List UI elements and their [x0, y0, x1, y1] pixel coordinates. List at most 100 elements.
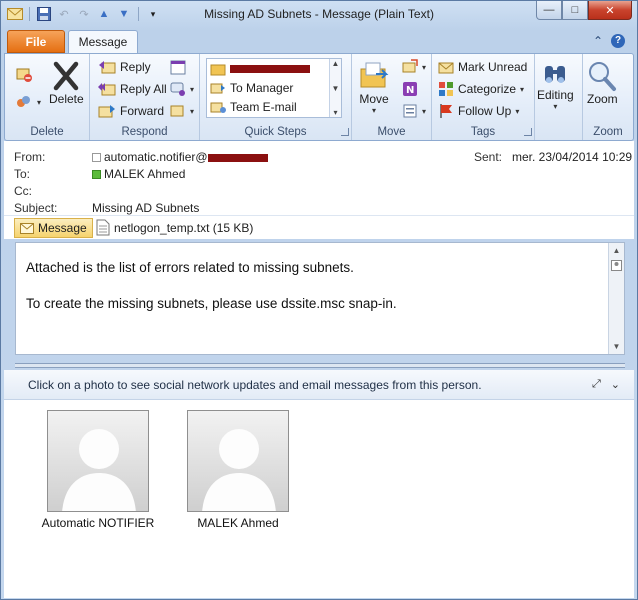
- delete-button[interactable]: Delete: [49, 60, 84, 106]
- minimize-button[interactable]: —: [536, 1, 562, 20]
- chevron-down-icon: ▾: [190, 84, 195, 94]
- follow-up-button[interactable]: Follow Up ▾: [438, 101, 519, 121]
- ignore-icon: [16, 68, 32, 82]
- mark-unread-button[interactable]: Mark Unread: [438, 57, 527, 77]
- avatar-silhouette-icon: [62, 429, 136, 511]
- cleanup-button[interactable]: ▾: [15, 92, 41, 112]
- ribbon-tabs: File Message: [7, 30, 138, 53]
- to-field[interactable]: MALEK Ahmed: [92, 167, 185, 181]
- quick-steps-launcher-icon[interactable]: [341, 128, 349, 136]
- rules-icon: [402, 59, 418, 73]
- from-value: automatic.notifier@: [104, 150, 208, 164]
- svg-text:N: N: [406, 85, 414, 96]
- actions-button[interactable]: ▾: [402, 101, 426, 121]
- reply-label: Reply: [120, 60, 151, 74]
- quick-step-label: Team E-mail: [230, 99, 297, 114]
- people-pane-controls: ⤢ ⌄: [592, 378, 620, 391]
- forward-button[interactable]: Forward: [98, 101, 164, 121]
- categorize-icon: [439, 82, 453, 96]
- quick-step-to-manager[interactable]: To Manager: [207, 78, 341, 97]
- tab-file[interactable]: File: [7, 30, 65, 53]
- to-label: To:: [14, 167, 31, 181]
- onenote-icon: N: [403, 82, 417, 96]
- redacted-domain: [207, 153, 268, 162]
- attachment-file-label: netlogon_temp.txt (15 KB): [114, 220, 254, 235]
- quick-steps-scroller: ▲ ▼ ▾: [329, 59, 341, 117]
- instant-message-icon: [170, 82, 185, 96]
- zoom-button[interactable]: Zoom: [587, 60, 618, 106]
- body-line: Attached is the list of errors related t…: [26, 260, 354, 275]
- magnifier-icon: [589, 62, 617, 91]
- group-label-delete: Delete: [30, 126, 64, 138]
- more-respond-button[interactable]: ▾: [170, 101, 194, 121]
- mark-unread-icon: [438, 62, 454, 74]
- ribbon-group-quick-steps: To Manager Team E-mail ▲ ▼ ▾ Quick Steps: [200, 54, 352, 140]
- attachment-file[interactable]: netlogon_temp.txt (15 KB): [96, 219, 253, 236]
- body-line: To create the missing subnets, please us…: [26, 296, 397, 311]
- forward-icon: [98, 105, 115, 118]
- onenote-button[interactable]: N: [402, 79, 418, 99]
- chevron-down-icon: ▾: [520, 84, 525, 94]
- close-button[interactable]: ✕: [588, 1, 632, 20]
- ignore-button[interactable]: [15, 64, 33, 84]
- reply-all-button[interactable]: Reply All: [98, 79, 167, 99]
- move-folder-icon: [360, 62, 389, 88]
- sent-label: Sent:: [474, 150, 503, 164]
- categorize-button[interactable]: Categorize ▾: [438, 79, 524, 99]
- from-field[interactable]: automatic.notifier@: [92, 150, 268, 164]
- person-card[interactable]: MALEK Ahmed: [178, 410, 298, 530]
- tags-launcher-icon[interactable]: [524, 128, 532, 136]
- people-pane: Automatic NOTIFIER MALEK Ahmed: [4, 400, 634, 598]
- body-scrollbar[interactable]: ▲ ▼: [608, 243, 624, 354]
- chevron-down-icon: ▾: [422, 62, 427, 72]
- text-file-icon: [96, 219, 110, 236]
- scroll-up-icon[interactable]: ▲: [611, 245, 622, 256]
- collapse-ribbon-icon[interactable]: ⌃: [593, 34, 603, 48]
- instant-message-button[interactable]: ▾: [170, 79, 194, 99]
- to-value: MALEK Ahmed: [104, 167, 186, 181]
- chevron-down-icon: ▾: [37, 97, 42, 107]
- scroll-down-icon[interactable]: ▼: [611, 341, 622, 352]
- expand-icon[interactable]: ⤢: [592, 378, 601, 391]
- quick-step-item[interactable]: [207, 59, 341, 78]
- pane-splitter[interactable]: [15, 363, 625, 368]
- person-photo[interactable]: [187, 410, 289, 512]
- reply-button[interactable]: Reply: [98, 57, 151, 77]
- delete-label: Delete: [49, 92, 84, 106]
- ribbon-group-move: Move ▾ ▾ N ▾ Move: [352, 54, 432, 140]
- delete-x-icon: [54, 61, 79, 91]
- scroll-down-icon[interactable]: ▼: [332, 84, 340, 93]
- meeting-button[interactable]: [170, 57, 186, 77]
- group-label-respond: Respond: [121, 126, 168, 138]
- message-body[interactable]: Attached is the list of errors related t…: [15, 242, 625, 355]
- flag-icon: [440, 104, 452, 118]
- move-button[interactable]: Move ▾: [358, 60, 390, 115]
- chevron-down-icon[interactable]: ⌄: [611, 378, 620, 391]
- quick-step-team-email[interactable]: Team E-mail: [207, 97, 341, 116]
- person-card[interactable]: Automatic NOTIFIER: [38, 410, 158, 530]
- ribbon-group-editing: Editing ▾: [535, 54, 583, 140]
- group-label-quick-steps: Quick Steps: [244, 126, 307, 138]
- people-view-icon[interactable]: [611, 260, 622, 271]
- people-pane-header: Click on a photo to see social network u…: [4, 370, 634, 400]
- chevron-down-icon: ▾: [422, 106, 427, 116]
- gallery-more-icon[interactable]: ▾: [333, 108, 337, 117]
- tab-message[interactable]: Message: [68, 30, 138, 53]
- rules-button[interactable]: ▾: [402, 57, 426, 77]
- scroll-up-icon[interactable]: ▲: [332, 59, 340, 68]
- message-tab[interactable]: Message: [14, 218, 93, 238]
- actions-icon: [403, 104, 417, 118]
- group-label-zoom: Zoom: [593, 126, 623, 138]
- editing-button[interactable]: Editing ▾: [537, 60, 574, 111]
- body-blank-line: [26, 277, 397, 295]
- ribbon-group-zoom: Zoom Zoom: [583, 54, 633, 140]
- maximize-button[interactable]: □: [562, 1, 588, 20]
- group-label-move: Move: [377, 126, 406, 138]
- attachment-bar: Message netlogon_temp.txt (15 KB): [4, 215, 634, 239]
- help-icon[interactable]: ?: [611, 34, 625, 48]
- person-name: MALEK Ahmed: [197, 516, 279, 530]
- message-tab-label: Message: [38, 221, 87, 235]
- editing-label: Editing: [537, 88, 574, 102]
- message-body-text: Attached is the list of errors related t…: [26, 259, 397, 313]
- person-photo[interactable]: [47, 410, 149, 512]
